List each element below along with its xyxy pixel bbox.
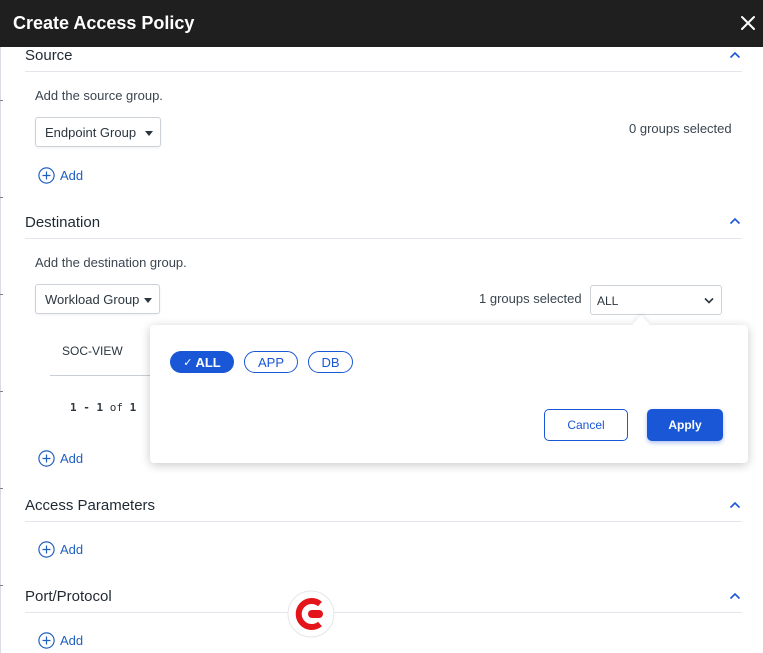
filter-pill-db[interactable]: DB	[308, 351, 353, 373]
access-parameters-add-button[interactable]: Add	[38, 540, 83, 558]
port-protocol-add-button[interactable]: Add	[38, 631, 83, 649]
add-circle-icon	[38, 540, 55, 558]
destination-groups-count: 1 groups selected	[479, 291, 582, 306]
add-circle-icon	[38, 449, 55, 467]
add-label: Add	[60, 167, 84, 183]
pager-from: 1	[70, 401, 77, 414]
section-title-port-protocol: Port/Protocol	[25, 588, 112, 605]
table-header-soc-view: SOC-VIEW	[62, 344, 123, 358]
chevron-up-icon[interactable]	[729, 51, 741, 59]
table-divider	[50, 375, 150, 376]
filter-pill-app[interactable]: APP	[244, 351, 298, 373]
add-label: Add	[60, 541, 84, 557]
chevron-up-icon[interactable]	[729, 217, 741, 225]
destination-dropdown-label: Workload Group	[45, 292, 140, 307]
filter-pill-label: APP	[257, 354, 284, 370]
destination-hint: Add the destination group.	[35, 255, 187, 270]
chevron-up-icon[interactable]	[729, 592, 741, 600]
section-divider	[25, 238, 742, 239]
checkmark-icon: ✓	[183, 356, 193, 369]
section-divider	[25, 612, 742, 613]
group-filter-popover: ✓ ALL APP DB Cancel Apply	[150, 315, 748, 463]
dialog-title: Create Access Policy	[13, 13, 195, 33]
caret-down-icon	[144, 298, 152, 303]
filter-pill-label: DB	[321, 354, 340, 370]
filter-pill-all[interactable]: ✓ ALL	[170, 351, 234, 373]
pagination-summary: 1 - 1 of 1	[70, 401, 136, 414]
dialog-header: Create Access Policy	[0, 0, 763, 47]
add-circle-icon	[38, 166, 55, 184]
left-scroll-gutter	[0, 47, 3, 653]
brand-logo-icon	[287, 590, 335, 638]
pager-of: of	[109, 401, 123, 414]
pager-total: 1	[129, 401, 137, 414]
section-divider	[25, 71, 742, 72]
group-filter-select[interactable]: ALL	[590, 285, 722, 315]
section-divider	[25, 521, 742, 522]
section-title-destination: Destination	[25, 214, 101, 231]
apply-button[interactable]: Apply	[647, 409, 723, 441]
group-filter-value: ALL	[597, 294, 619, 308]
source-dropdown-label: Endpoint Group	[45, 125, 137, 140]
source-groups-count: 0 groups selected	[629, 121, 732, 136]
destination-add-button[interactable]: Add	[38, 449, 83, 467]
close-icon[interactable]	[739, 14, 757, 32]
cancel-button[interactable]: Cancel	[544, 409, 628, 441]
popover-notch	[632, 315, 650, 333]
pager-to: 1	[96, 401, 104, 414]
add-label: Add	[60, 632, 84, 648]
section-title-access-parameters: Access Parameters	[25, 497, 156, 514]
chevron-up-icon[interactable]	[729, 501, 741, 509]
source-hint: Add the source group.	[35, 88, 163, 103]
section-title-source: Source	[25, 47, 73, 64]
add-circle-icon	[38, 631, 55, 649]
chevron-down-icon	[704, 297, 714, 304]
filter-pill-label: ALL	[195, 354, 221, 370]
caret-down-icon	[145, 131, 153, 136]
destination-group-type-dropdown[interactable]: Workload Group	[35, 284, 160, 314]
pager-separator: -	[83, 401, 90, 414]
source-add-button[interactable]: Add	[38, 166, 83, 184]
add-label: Add	[60, 450, 84, 466]
source-group-type-dropdown[interactable]: Endpoint Group	[35, 117, 161, 147]
